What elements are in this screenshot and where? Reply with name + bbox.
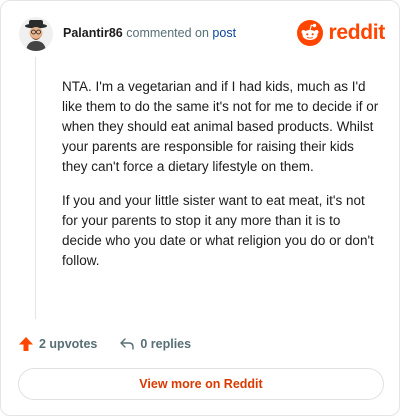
reply-arrow-icon bbox=[120, 338, 135, 350]
comment-footer: 2 upvotes 0 replies bbox=[18, 334, 191, 354]
avatar[interactable] bbox=[19, 17, 53, 51]
comment-header: Palantir86 commented on post reddit bbox=[19, 17, 385, 53]
reddit-logo[interactable]: reddit bbox=[297, 20, 385, 46]
thread-line bbox=[35, 57, 36, 319]
comment-paragraph-1: NTA. I'm a vegetarian and if I had kids,… bbox=[62, 79, 379, 174]
embedded-comment-card: Palantir86 commented on post reddit NTA.… bbox=[0, 0, 400, 416]
replies[interactable]: 0 replies bbox=[119, 336, 191, 352]
comment-meta: Palantir86 commented on post bbox=[63, 26, 236, 40]
action-text: commented on bbox=[126, 26, 209, 40]
username-link[interactable]: Palantir86 bbox=[63, 26, 123, 40]
upvotes-count: 2 upvotes bbox=[39, 337, 98, 351]
replies-count: 0 replies bbox=[140, 337, 192, 351]
reddit-logo-icon bbox=[297, 20, 324, 46]
reddit-wordmark: reddit bbox=[328, 21, 385, 44]
comment-paragraph-2: If you and your little sister want to ea… bbox=[62, 193, 374, 268]
upvote-arrow-icon bbox=[19, 337, 33, 351]
view-more-button[interactable]: View more on Reddit bbox=[18, 368, 384, 400]
comment-body: NTA. I'm a vegetarian and if I had kids,… bbox=[62, 77, 380, 285]
upvotes[interactable]: 2 upvotes bbox=[18, 336, 97, 352]
post-link[interactable]: post bbox=[212, 26, 236, 40]
